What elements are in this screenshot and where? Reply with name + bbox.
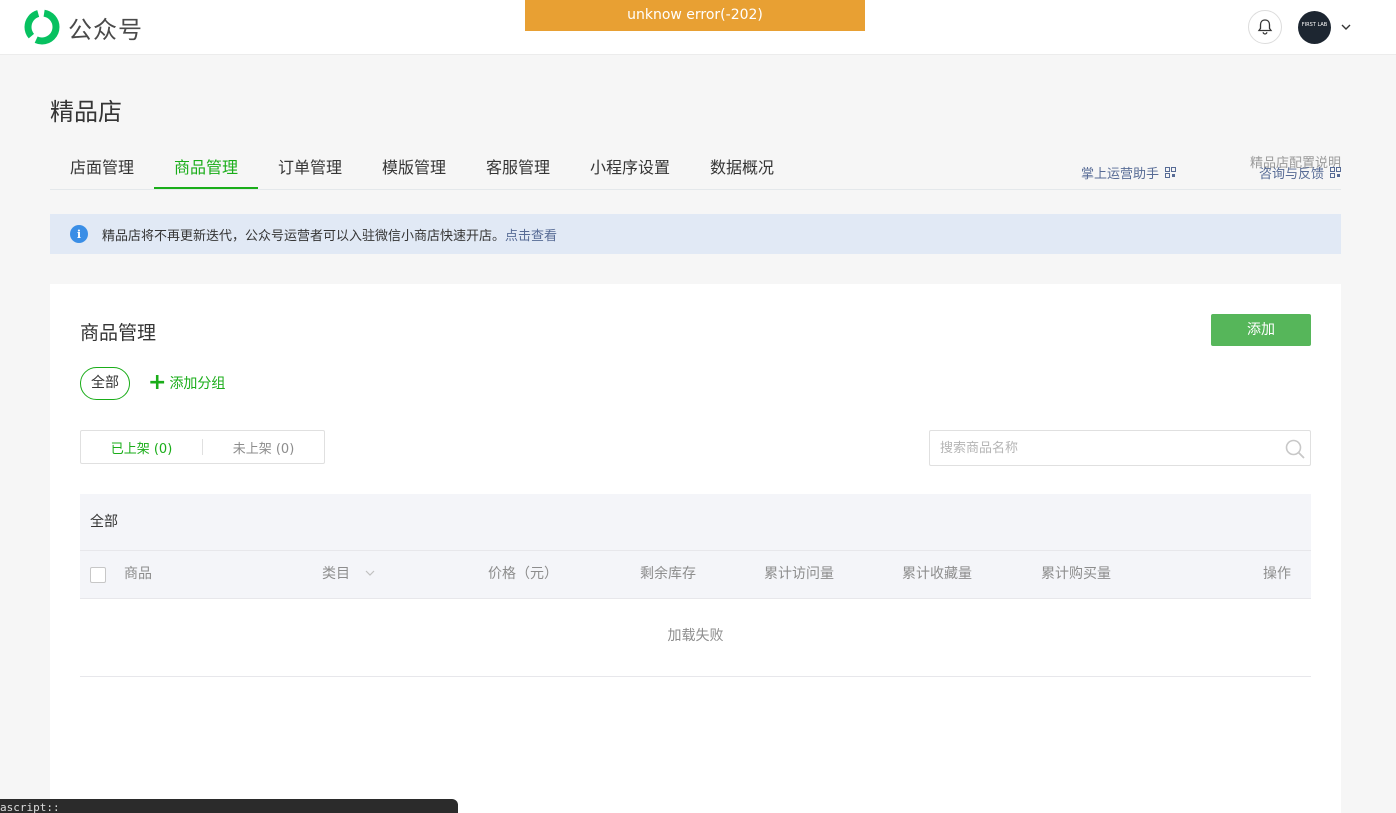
side-links: 精品店配置说明 掌上运营助手 咨询与反馈: [1081, 150, 1341, 186]
logo[interactable]: 公众号: [24, 9, 143, 45]
column-actions: 操作: [1263, 566, 1291, 582]
panel-title: 商品管理: [80, 322, 157, 344]
product-panel: 商品管理 添加 全部 + 添加分组 已上架 (0) 未上架 (0) 全部 商品 …: [50, 284, 1341, 813]
column-stock: 剩余库存: [640, 566, 696, 582]
column-product: 商品: [124, 566, 152, 582]
tab-data-overview[interactable]: 数据概况: [690, 146, 794, 189]
assistant-link[interactable]: 掌上运营助手: [1081, 163, 1177, 182]
add-group-label: 添加分组: [169, 376, 226, 392]
segment-on-shelf[interactable]: 已上架 (0): [81, 438, 202, 457]
error-banner: unknow error(-202): [525, 0, 865, 31]
plus-icon: +: [148, 370, 167, 395]
search-input[interactable]: [930, 431, 1310, 465]
bell-icon: [1257, 19, 1273, 35]
tab-orders[interactable]: 订单管理: [258, 146, 362, 189]
group-header: 全部: [80, 494, 1311, 550]
product-search: [929, 430, 1311, 466]
logo-text: 公众号: [68, 15, 143, 44]
tab-products[interactable]: 商品管理: [154, 146, 258, 189]
consult-feedback-link[interactable]: 咨询与反馈: [1259, 163, 1341, 182]
assistant-link-label: 掌上运营助手: [1081, 167, 1160, 182]
notice-banner: i 精品店将不再更新迭代，公众号运营者可以入驻微信小商店快速开店。 点击查看: [50, 214, 1341, 254]
chevron-down-icon: [366, 570, 375, 576]
info-icon: i: [70, 225, 88, 243]
consult-link-label: 咨询与反馈: [1258, 167, 1324, 182]
segment-off-shelf[interactable]: 未上架 (0): [203, 438, 324, 457]
devtools-strip: ascript::: [0, 799, 458, 813]
tab-templates[interactable]: 模版管理: [362, 146, 466, 189]
column-category[interactable]: 类目: [322, 551, 376, 598]
wechat-mp-logo-icon: [24, 9, 60, 45]
group-all-chip[interactable]: 全部: [80, 367, 130, 400]
notice-view-link[interactable]: 点击查看: [505, 225, 557, 244]
column-visits: 累计访问量: [764, 566, 834, 582]
select-all-checkbox[interactable]: [90, 567, 106, 583]
notice-text: 精品店将不再更新迭代，公众号运营者可以入驻微信小商店快速开店。: [102, 228, 506, 244]
table-empty-state: 加载失败: [80, 599, 1311, 677]
column-purchases: 累计购买量: [1041, 566, 1111, 582]
column-category-label: 类目: [322, 566, 350, 582]
page-title: 精品店: [50, 98, 122, 126]
qrcode-icon: [1330, 167, 1341, 178]
tab-storefront[interactable]: 店面管理: [50, 146, 154, 189]
tab-miniprogram-settings[interactable]: 小程序设置: [570, 146, 690, 189]
tab-customer-service[interactable]: 客服管理: [466, 146, 570, 189]
add-group-button[interactable]: + 添加分组: [148, 370, 226, 395]
chevron-down-icon[interactable]: [1339, 20, 1353, 34]
add-product-button[interactable]: 添加: [1211, 314, 1311, 346]
qrcode-icon: [1165, 167, 1177, 178]
column-price: 价格（元）: [488, 566, 558, 582]
listing-status-toggle: 已上架 (0) 未上架 (0): [80, 430, 325, 464]
notification-bell-button[interactable]: [1248, 10, 1282, 44]
search-icon[interactable]: [1284, 438, 1306, 460]
avatar[interactable]: FIRST LAB: [1298, 11, 1331, 44]
table-header: 商品 类目 价格（元） 剩余库存 累计访问量 累计收藏量 累计购买量 操作: [80, 550, 1311, 599]
top-bar: 公众号 unknow error(-202) FIRST LAB: [0, 0, 1396, 55]
column-favorites: 累计收藏量: [902, 566, 972, 582]
